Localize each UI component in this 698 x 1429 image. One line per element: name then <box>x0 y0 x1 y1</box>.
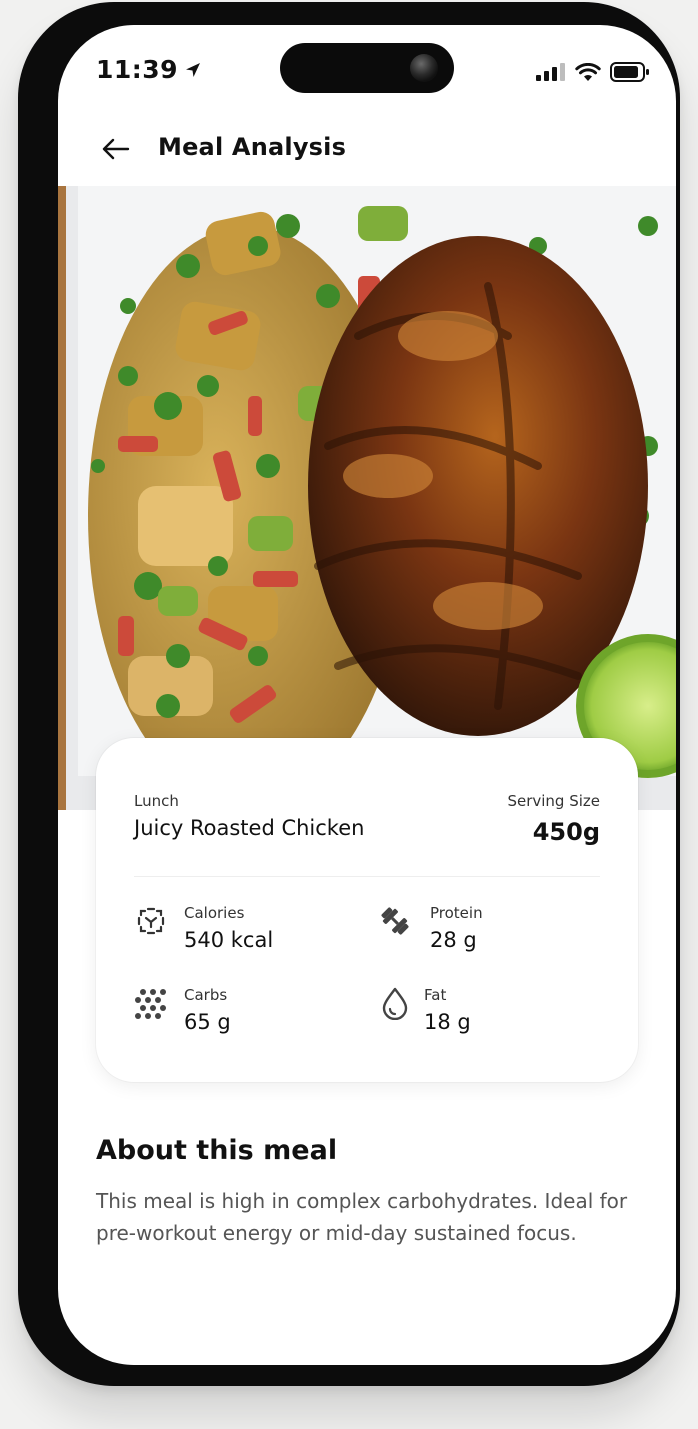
grain-dots-icon <box>135 989 166 1019</box>
serving-size-label: Serving Size <box>507 792 600 810</box>
status-indicators <box>536 62 650 82</box>
wifi-icon <box>575 62 601 81</box>
stat-calories: Calories 540 kcal <box>134 904 354 964</box>
stat-value: 540 kcal <box>184 928 274 952</box>
stat-label: Calories <box>184 904 245 922</box>
page-title: Meal Analysis <box>158 133 347 161</box>
meal-info-card: Lunch Juicy Roasted Chicken Serving Size… <box>96 738 638 1082</box>
stat-protein: Protein 28 g <box>378 904 598 964</box>
card-divider <box>134 876 600 877</box>
meal-photo <box>58 186 676 810</box>
status-time: 11:39 <box>96 55 202 84</box>
arrow-left-icon <box>102 138 130 160</box>
stat-value: 18 g <box>424 1010 471 1034</box>
dumbbell-icon <box>381 907 409 935</box>
location-arrow-icon <box>186 62 201 77</box>
droplet-icon <box>382 987 408 1020</box>
battery-icon <box>610 62 649 82</box>
cellular-signal-icon <box>536 63 565 81</box>
stat-label: Carbs <box>184 986 228 1004</box>
stat-label: Fat <box>424 986 447 1004</box>
stat-label: Protein <box>430 904 483 922</box>
meal-name: Juicy Roasted Chicken <box>134 816 365 840</box>
stat-carbs: Carbs 65 g <box>134 986 354 1046</box>
about-title: About this meal <box>96 1135 338 1166</box>
status-time-text: 11:39 <box>96 55 179 84</box>
calories-icon <box>137 907 165 935</box>
about-text: This meal is high in complex carbohydrat… <box>96 1189 628 1245</box>
app-screen: 11:39 Meal Analysis Lunch Juicy Roasted … <box>58 25 676 1365</box>
back-button[interactable] <box>96 129 136 169</box>
stat-fat: Fat 18 g <box>378 986 598 1046</box>
app-header: Meal Analysis <box>58 125 676 173</box>
stat-value: 65 g <box>184 1010 231 1034</box>
meal-type: Lunch <box>134 792 179 810</box>
dynamic-island <box>280 43 454 93</box>
phone-frame: 11:39 Meal Analysis Lunch Juicy Roasted … <box>18 2 680 1386</box>
serving-size-value: 450g <box>532 818 600 846</box>
stat-value: 28 g <box>430 928 477 952</box>
camera-icon <box>410 54 438 82</box>
